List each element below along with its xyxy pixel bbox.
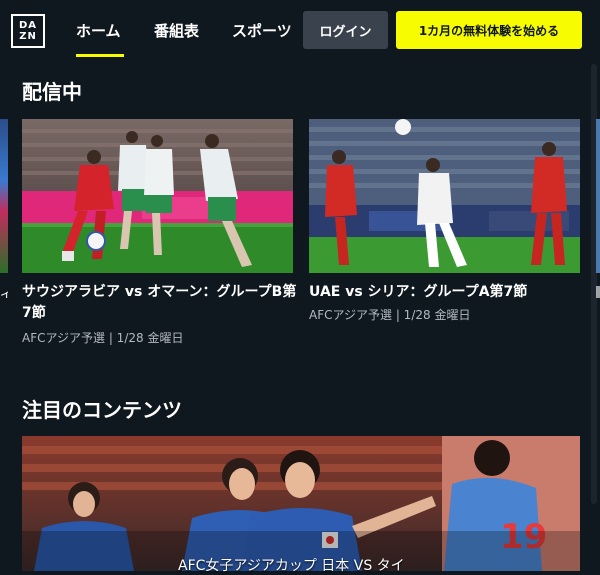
featured-section-title: 注目のコンテンツ — [22, 398, 182, 422]
live-section-title: 配信中 — [22, 80, 82, 104]
live-card-2-thumbnail[interactable] — [309, 119, 580, 273]
live-card-2-title[interactable]: UAE vs シリア：グループA第7節 — [309, 282, 589, 303]
rail-next-card-thumbnail[interactable] — [596, 119, 600, 273]
featured-photo: 19 — [22, 436, 580, 571]
live-card-1-thumbnail[interactable] — [22, 119, 293, 273]
rail-prev-card-thumbnail[interactable] — [0, 119, 8, 273]
login-button[interactable]: ログイン — [303, 11, 388, 49]
nav-schedule[interactable]: 番組表 — [154, 20, 199, 41]
top-header: DA ZN ホーム 番組表 スポーツ ログイン 1カ月の無料体験を始める — [0, 0, 600, 62]
logo-line-1: DA — [18, 20, 38, 31]
free-trial-button[interactable]: 1カ月の無料体験を始める — [396, 11, 582, 49]
live-card-1-title[interactable]: サウジアラビア vs オマーン：グループB第7節 — [22, 282, 297, 324]
dazn-logo[interactable]: DA ZN — [11, 14, 45, 48]
logo-line-2: ZN — [19, 31, 37, 42]
nav-home[interactable]: ホーム — [76, 20, 121, 41]
rail-next-card-title — [596, 286, 600, 298]
match-photo-uae-syria — [309, 119, 580, 273]
match-photo-ksa-oman — [22, 119, 293, 273]
nav-active-indicator — [76, 54, 124, 57]
rail-prev-card-title: イ — [0, 288, 8, 298]
live-card-1-subtitle: AFCアジア予選 | 1/28 金曜日 — [22, 331, 184, 345]
nav-sports[interactable]: スポーツ — [232, 20, 292, 41]
live-card-2-subtitle: AFCアジア予選 | 1/28 金曜日 — [309, 308, 471, 322]
featured-banner[interactable]: 19 — [22, 436, 580, 571]
featured-caption: AFC女子アジアカップ 日本 VS タイ — [178, 558, 405, 574]
